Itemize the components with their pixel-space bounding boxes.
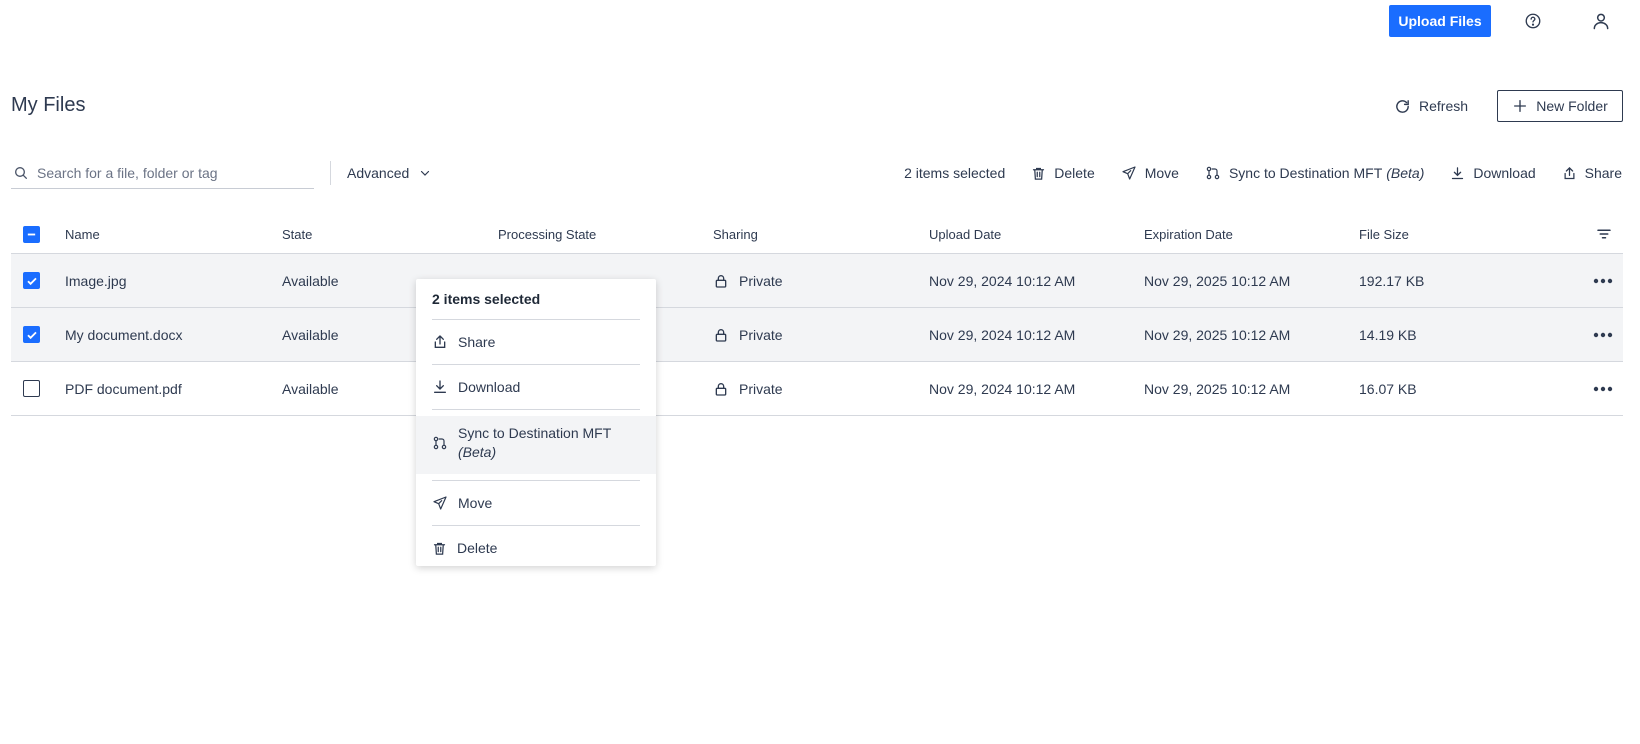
sync-nodes-icon <box>432 435 448 451</box>
share-icon <box>1562 166 1577 181</box>
page-title: My Files <box>11 94 86 116</box>
sync-nodes-icon <box>1205 165 1221 181</box>
file-size: 14.19 KB <box>1359 326 1417 343</box>
selected-count: 2 items selected <box>904 165 1006 181</box>
download-icon <box>1450 166 1465 181</box>
bulk-download-label: Download <box>1473 165 1536 181</box>
row-checkbox[interactable] <box>23 380 40 397</box>
lock-icon <box>713 327 729 343</box>
file-expiration-date: Nov 29, 2025 10:12 AM <box>1144 380 1291 397</box>
advanced-filter-button[interactable]: Advanced <box>347 161 431 185</box>
column-processing-state[interactable]: Processing State <box>498 227 713 242</box>
file-name[interactable]: PDF document.pdf <box>65 381 282 397</box>
lock-icon <box>713 273 729 289</box>
search-icon <box>13 165 29 181</box>
download-icon <box>432 379 448 395</box>
bulk-move-label: Move <box>1144 165 1179 181</box>
file-sharing: Private <box>713 327 929 343</box>
bulk-move-button[interactable]: Move <box>1121 165 1179 181</box>
help-circle-icon[interactable] <box>1519 7 1547 35</box>
bulk-share-button[interactable]: Share <box>1562 165 1622 181</box>
menu-item-download[interactable]: Download <box>416 365 656 409</box>
trash-icon <box>1031 166 1046 181</box>
file-upload-date: Nov 29, 2024 10:12 AM <box>929 326 1076 343</box>
sharing-label: Private <box>739 326 783 343</box>
sharing-label: Private <box>739 380 783 397</box>
sharing-label: Private <box>739 272 783 289</box>
trash-icon <box>432 541 447 556</box>
column-state[interactable]: State <box>282 227 498 242</box>
refresh-button[interactable]: Refresh <box>1394 90 1468 122</box>
menu-item-move[interactable]: Move <box>416 481 656 525</box>
new-folder-button[interactable]: New Folder <box>1497 90 1623 122</box>
search-bar <box>11 157 314 189</box>
column-file-size[interactable]: File Size <box>1359 227 1539 242</box>
send-icon <box>432 495 448 511</box>
menu-item-delete[interactable]: Delete <box>416 526 656 570</box>
menu-item-share-label: Share <box>458 334 496 350</box>
bulk-actions-bar: 2 items selected Delete Move Sync to Des… <box>904 161 1622 185</box>
table-row[interactable]: PDF document.pdf Available Private Nov 2… <box>11 362 1623 416</box>
bulk-context-menu: 2 items selected Share Download Sync to … <box>416 279 656 566</box>
more-horizontal-icon[interactable] <box>1593 386 1613 392</box>
menu-item-delete-label: Delete <box>457 540 498 556</box>
more-horizontal-icon[interactable] <box>1593 278 1613 284</box>
table-header: Name State Processing State Sharing Uplo… <box>11 215 1623 254</box>
bulk-sync-button[interactable]: Sync to Destination MFT (Beta) <box>1205 165 1424 181</box>
menu-item-download-label: Download <box>458 379 521 395</box>
column-expiration-date[interactable]: Expiration Date <box>1144 227 1359 242</box>
file-sharing: Private <box>713 381 929 397</box>
plus-icon <box>1512 98 1528 114</box>
file-name[interactable]: My document.docx <box>65 327 282 343</box>
file-expiration-date: Nov 29, 2025 10:12 AM <box>1144 326 1291 343</box>
bulk-sync-label: Sync to Destination MFT <box>1228 165 1383 181</box>
menu-divider <box>432 409 640 410</box>
more-horizontal-icon[interactable] <box>1593 332 1613 338</box>
bulk-share-label: Share <box>1584 165 1622 181</box>
bulk-delete-label: Delete <box>1054 165 1095 181</box>
bulk-download-button[interactable]: Download <box>1450 165 1536 181</box>
file-size: 192.17 KB <box>1359 272 1425 289</box>
row-checkbox[interactable] <box>23 272 40 289</box>
upload-files-button[interactable]: Upload Files <box>1389 5 1491 37</box>
user-icon[interactable] <box>1587 7 1615 35</box>
bulk-sync-beta: (Beta) <box>1386 165 1425 181</box>
file-upload-date: Nov 29, 2024 10:12 AM <box>929 272 1076 289</box>
menu-item-sync-text: Sync to Destination MFT (Beta) <box>458 425 611 460</box>
column-name[interactable]: Name <box>65 227 282 242</box>
file-expiration-date: Nov 29, 2025 10:12 AM <box>1144 272 1291 289</box>
bulk-delete-button[interactable]: Delete <box>1031 165 1095 181</box>
chevron-down-icon <box>419 167 431 179</box>
file-upload-date: Nov 29, 2024 10:12 AM <box>929 380 1076 397</box>
share-icon <box>432 334 448 350</box>
file-name[interactable]: Image.jpg <box>65 273 282 289</box>
files-table: Name State Processing State Sharing Uplo… <box>11 215 1623 416</box>
menu-item-sync-beta: (Beta) <box>458 444 497 460</box>
refresh-icon <box>1394 98 1411 115</box>
file-sharing: Private <box>713 273 929 289</box>
column-sharing[interactable]: Sharing <box>713 227 929 242</box>
column-upload-date[interactable]: Upload Date <box>929 227 1144 242</box>
toolbar-divider <box>330 161 331 185</box>
refresh-label: Refresh <box>1419 98 1469 114</box>
advanced-label: Advanced <box>347 165 410 181</box>
menu-item-share[interactable]: Share <box>416 320 656 364</box>
new-folder-label: New Folder <box>1536 98 1608 114</box>
menu-item-sync[interactable]: Sync to Destination MFT (Beta) <box>416 416 656 474</box>
file-size: 16.07 KB <box>1359 380 1417 397</box>
context-menu-title: 2 items selected <box>432 291 541 307</box>
table-row[interactable]: My document.docx Available Private Nov 2… <box>11 308 1623 362</box>
send-icon <box>1121 165 1137 181</box>
menu-item-move-label: Move <box>458 495 493 511</box>
row-checkbox[interactable] <box>23 326 40 343</box>
search-input[interactable] <box>37 164 314 181</box>
lock-icon <box>713 381 729 397</box>
table-row[interactable]: Image.jpg Available Private Nov 29, 2024… <box>11 254 1623 308</box>
select-all-checkbox[interactable] <box>23 225 40 243</box>
menu-item-sync-label: Sync to Destination MFT <box>458 425 612 441</box>
column-filter-icon[interactable] <box>1595 225 1613 243</box>
